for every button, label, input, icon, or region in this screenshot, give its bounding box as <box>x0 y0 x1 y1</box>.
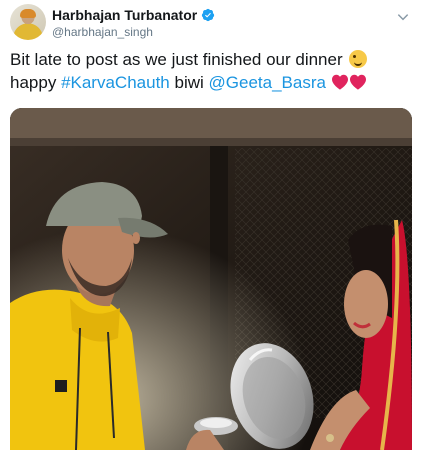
chevron-down-icon[interactable] <box>396 10 410 24</box>
name-row: Harbhajan Turbanator <box>52 7 215 23</box>
photo-icon <box>10 108 412 450</box>
display-name[interactable]: Harbhajan Turbanator <box>52 7 197 23</box>
user-handle[interactable]: @harbhajan_singh <box>52 25 153 39</box>
hashtag-link[interactable]: #KarvaChauth <box>61 73 170 92</box>
avatar[interactable] <box>10 4 46 40</box>
heart-icon <box>349 74 366 90</box>
winking-face-tongue-emoji-icon <box>349 50 368 68</box>
tweet-text-after: happy <box>10 73 57 92</box>
tweet-word: biwi <box>174 73 204 92</box>
mention-link[interactable]: @Geeta_Basra <box>209 73 326 92</box>
tweet-text-before: Bit late to post as we just finished our… <box>10 50 343 69</box>
tweet-photo[interactable] <box>10 108 412 450</box>
tweet-header: Harbhajan Turbanator @harbhajan_singh <box>0 0 422 44</box>
heart-icon <box>331 74 348 90</box>
verified-badge-icon <box>202 8 215 22</box>
tweet-text: Bit late to post as we just finished our… <box>10 48 414 94</box>
